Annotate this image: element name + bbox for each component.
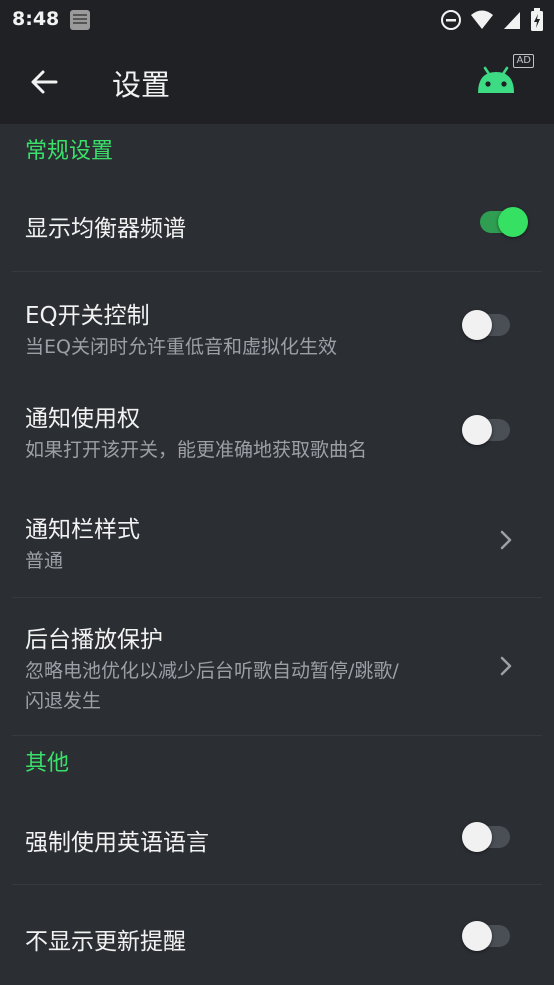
equalizer-spectrum-switch[interactable] bbox=[480, 207, 528, 237]
chevron-right-icon bbox=[500, 530, 512, 550]
section-header-general: 常规设置 bbox=[25, 139, 114, 164]
arrow-left-icon bbox=[31, 70, 58, 94]
setting-text: 后台播放保护 忽略电池优化以减少后台听歌自动暂停/跳歌/ 闪退发生 bbox=[25, 620, 399, 716]
back-button[interactable] bbox=[24, 62, 64, 102]
android-icon bbox=[476, 66, 516, 98]
eq-switch-toggle[interactable] bbox=[462, 310, 510, 340]
signal-icon bbox=[502, 9, 522, 35]
wifi-icon bbox=[470, 9, 494, 35]
setting-title: 通知使用权 bbox=[25, 406, 140, 432]
sim-card-icon bbox=[68, 8, 92, 36]
setting-title: 通知栏样式 bbox=[25, 517, 140, 543]
status-icons bbox=[440, 8, 544, 36]
status-time: 8:48 bbox=[12, 8, 60, 30]
setting-notification-access[interactable]: 通知使用权 如果打开该开关，能更准确地获取歌曲名 bbox=[0, 379, 554, 486]
section-header-other: 其他 bbox=[25, 751, 70, 776]
setting-subtitle: 普通 bbox=[25, 550, 64, 572]
setting-title: 后台播放保护 bbox=[25, 627, 163, 653]
switch-knob bbox=[498, 207, 528, 237]
setting-subtitle-line: 忽略电池优化以减少后台听歌自动暂停/跳歌/ bbox=[25, 660, 399, 682]
switch-knob bbox=[462, 822, 492, 852]
setting-text: 通知使用权 如果打开该开关，能更准确地获取歌曲名 bbox=[25, 399, 367, 465]
notification-access-switch[interactable] bbox=[462, 415, 510, 445]
battery-charging-icon bbox=[530, 8, 544, 36]
ad-badge: AD bbox=[513, 54, 534, 68]
setting-text: 通知栏样式 普通 bbox=[25, 510, 140, 576]
status-bar: 8:48 bbox=[0, 0, 554, 38]
setting-title: 显示均衡器频谱 bbox=[25, 216, 186, 242]
setting-subtitle: 如果打开该开关，能更准确地获取歌曲名 bbox=[25, 439, 368, 461]
do-not-disturb-icon bbox=[440, 9, 462, 35]
switch-knob bbox=[462, 310, 492, 340]
setting-background-protection[interactable]: 后台播放保护 忽略电池优化以减少后台听歌自动暂停/跳歌/ 闪退发生 bbox=[0, 598, 554, 735]
setting-text: EQ开关控制 当EQ关闭时允许重低音和虚拟化生效 bbox=[25, 296, 337, 362]
setting-equalizer-spectrum[interactable]: 显示均衡器频谱 bbox=[0, 174, 554, 271]
setting-subtitle-line: 闪退发生 bbox=[25, 690, 102, 712]
switch-knob bbox=[462, 921, 492, 951]
setting-eq-switch[interactable]: EQ开关控制 当EQ关闭时允许重低音和虚拟化生效 bbox=[0, 272, 554, 379]
setting-hide-update[interactable]: 不显示更新提醒 bbox=[0, 885, 554, 981]
page-title: 设置 bbox=[112, 68, 171, 102]
setting-title: 不显示更新提醒 bbox=[25, 929, 186, 955]
settings-list: 常规设置 显示均衡器频谱 EQ开关控制 当EQ关闭时允许重低音和虚拟化生效 通知… bbox=[0, 124, 554, 981]
setting-force-english[interactable]: 强制使用英语语言 bbox=[0, 786, 554, 884]
setting-notification-style[interactable]: 通知栏样式 普通 bbox=[0, 486, 554, 597]
setting-subtitle: 当EQ关闭时允许重低音和虚拟化生效 bbox=[25, 336, 337, 358]
chevron-right-icon bbox=[500, 656, 512, 676]
setting-title: 强制使用英语语言 bbox=[25, 830, 209, 856]
force-english-switch[interactable] bbox=[462, 822, 510, 852]
switch-knob bbox=[462, 415, 492, 445]
app-bar: 设置 AD bbox=[0, 38, 554, 124]
ad-button[interactable]: AD bbox=[476, 54, 534, 102]
setting-title: EQ开关控制 bbox=[25, 303, 150, 329]
setting-subtitle: 忽略电池优化以减少后台听歌自动暂停/跳歌/ 闪退发生 bbox=[25, 656, 399, 716]
hide-update-switch[interactable] bbox=[462, 921, 510, 951]
